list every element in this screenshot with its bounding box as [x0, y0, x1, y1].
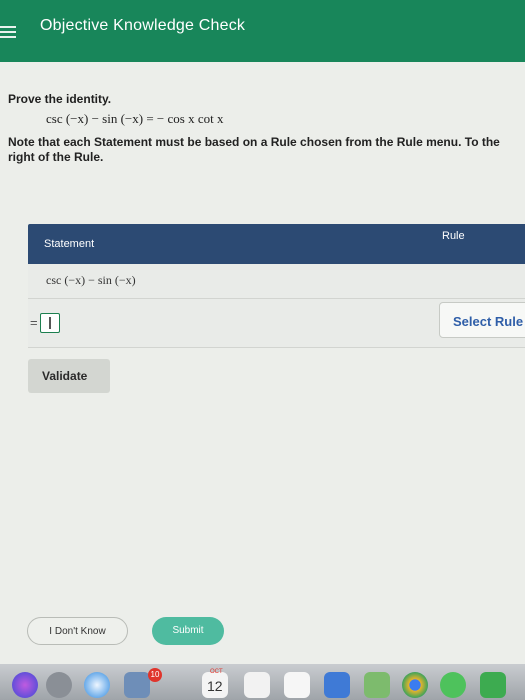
- reminders-icon[interactable]: [284, 672, 310, 698]
- equals-sign: =: [30, 315, 38, 330]
- calendar-day: 12: [207, 678, 223, 694]
- menu-icon[interactable]: [0, 26, 16, 38]
- notes-icon[interactable]: [244, 672, 270, 698]
- dont-know-button[interactable]: I Don't Know: [27, 617, 128, 645]
- submit-button[interactable]: Submit: [152, 617, 224, 645]
- facetime-icon[interactable]: [480, 672, 506, 698]
- page-title: Objective Knowledge Check: [40, 17, 246, 34]
- safari-icon[interactable]: [84, 672, 110, 698]
- identity-expression: csc (−x) − sin (−x) = − cos x cot x: [46, 111, 224, 126]
- messages-icon[interactable]: [440, 672, 466, 698]
- proof-row: csc (−x) − sin (−x): [28, 264, 525, 299]
- keynote-icon[interactable]: [324, 672, 350, 698]
- validate-button[interactable]: Validate: [28, 359, 110, 393]
- question-panel: Prove the identity. csc (−x) − sin (−x) …: [0, 62, 525, 700]
- notification-badge: 10: [148, 668, 162, 682]
- launchpad-icon[interactable]: [46, 672, 72, 698]
- proof-row: = Select Rule: [28, 299, 525, 348]
- maps-icon[interactable]: [364, 672, 390, 698]
- statement-expression: csc (−x) − sin (−x): [46, 273, 136, 287]
- statement-input[interactable]: [40, 313, 60, 333]
- proof-table-header: Statement Rule: [28, 224, 525, 264]
- select-rule-button[interactable]: Select Rule: [439, 302, 525, 338]
- chrome-icon[interactable]: [402, 672, 428, 698]
- photos-icon[interactable]: [124, 672, 150, 698]
- statement-column-header: Statement: [44, 238, 95, 250]
- instruction-note: Note that each Statement must be based o…: [8, 135, 500, 164]
- siri-icon[interactable]: [12, 672, 38, 698]
- mac-dock: 10 OCT 12: [0, 664, 525, 700]
- top-bar: Objective Knowledge Check: [0, 0, 525, 62]
- question-prompt: Prove the identity.: [8, 92, 112, 106]
- rule-column-header: Rule: [442, 230, 465, 242]
- calendar-month: OCT: [210, 669, 223, 675]
